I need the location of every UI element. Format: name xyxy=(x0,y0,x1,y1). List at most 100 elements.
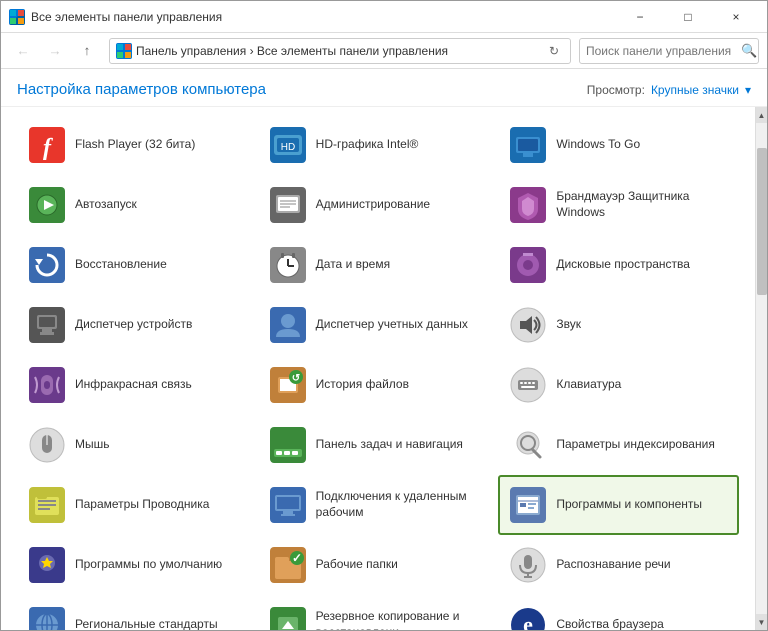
back-button[interactable]: ← xyxy=(9,37,37,65)
control-item-windows-to-go[interactable]: Windows To Go xyxy=(498,115,739,175)
backup-icon xyxy=(268,605,308,630)
exploreropt-label: Параметры Проводника xyxy=(75,497,209,513)
restore-label: Восстановление xyxy=(75,257,167,273)
scroll-thumb[interactable] xyxy=(757,148,767,295)
flash-player-icon: f xyxy=(27,125,67,165)
main-window: Все элементы панели управления − □ × ← →… xyxy=(0,0,768,631)
close-button[interactable]: × xyxy=(713,1,759,33)
scroll-track xyxy=(756,123,768,614)
control-item-admin[interactable]: Администрирование xyxy=(258,175,499,235)
indexing-label: Параметры индексирования xyxy=(556,437,714,453)
up-button[interactable]: ↑ xyxy=(73,37,101,65)
irda-label: Инфракрасная связь xyxy=(75,377,192,393)
speech-icon xyxy=(508,545,548,585)
control-item-diskspace[interactable]: Дисковые пространства xyxy=(498,235,739,295)
hd-intel-icon: HD xyxy=(268,125,308,165)
devmgr-label: Диспетчер устройств xyxy=(75,317,192,333)
diskspace-icon xyxy=(508,245,548,285)
view-label: Просмотр: xyxy=(587,83,645,97)
control-item-keyboard[interactable]: Клавиатура xyxy=(498,355,739,415)
back-icon: ← xyxy=(16,43,29,58)
programs-icon xyxy=(508,485,548,525)
taskbar-icon xyxy=(268,425,308,465)
address-bar-icon xyxy=(116,43,132,59)
diskspace-label: Дисковые пространства xyxy=(556,257,690,273)
control-item-datetime[interactable]: Дата и время xyxy=(258,235,499,295)
keyboard-icon xyxy=(508,365,548,405)
workfolders-icon: ✓ xyxy=(268,545,308,585)
control-item-taskbar[interactable]: Панель задач и навигация xyxy=(258,415,499,475)
sound-icon xyxy=(508,305,548,345)
control-item-backup[interactable]: Резервное копирование и восстановлени... xyxy=(258,595,499,630)
datetime-icon xyxy=(268,245,308,285)
maximize-button[interactable]: □ xyxy=(665,1,711,33)
taskbar-label: Панель задач и навигация xyxy=(316,437,463,453)
control-item-mouse[interactable]: Мышь xyxy=(17,415,258,475)
address-text: Панель управления › Все элементы панели … xyxy=(136,44,544,58)
regional-label: Региональные стандарты xyxy=(75,617,218,630)
autorun-icon xyxy=(27,185,67,225)
control-item-irda[interactable]: Инфракрасная связь xyxy=(17,355,258,415)
defaultapps-icon xyxy=(27,545,67,585)
search-box[interactable]: 🔍 xyxy=(579,38,759,64)
control-item-browserprop[interactable]: eСвойства браузера xyxy=(498,595,739,630)
flash-player-label: Flash Player (32 бита) xyxy=(75,137,195,153)
workfolders-label: Рабочие папки xyxy=(316,557,398,573)
control-item-exploreropt[interactable]: Параметры Проводника xyxy=(17,475,258,535)
control-item-sound[interactable]: Звук xyxy=(498,295,739,355)
view-value-button[interactable]: Крупные значки xyxy=(651,83,739,97)
mouse-icon xyxy=(27,425,67,465)
minimize-button[interactable]: − xyxy=(617,1,663,33)
speech-label: Распознавание речи xyxy=(556,557,670,573)
admin-icon xyxy=(268,185,308,225)
control-item-remotedesktop[interactable]: Подключения к удаленным рабочим xyxy=(258,475,499,535)
view-dropdown-icon[interactable]: ▾ xyxy=(745,83,751,97)
control-item-filehistory[interactable]: ↺ История файлов xyxy=(258,355,499,415)
control-item-flash-player[interactable]: f Flash Player (32 бита) xyxy=(17,115,258,175)
scrollbar: ▲ ▼ xyxy=(755,107,767,630)
control-item-firewall[interactable]: Брандмауэр Защитника Windows xyxy=(498,175,739,235)
control-item-autorun[interactable]: Автозапуск xyxy=(17,175,258,235)
content-header: Настройка параметров компьютера Просмотр… xyxy=(1,69,767,107)
page-title: Настройка параметров компьютера xyxy=(17,81,266,98)
control-item-speech[interactable]: Распознавание речи xyxy=(498,535,739,595)
control-item-regional[interactable]: Региональные стандарты xyxy=(17,595,258,630)
control-item-workfolders[interactable]: ✓ Рабочие папки xyxy=(258,535,499,595)
items-grid: f Flash Player (32 бита) HD HD-графика Inte… xyxy=(1,107,755,630)
filehistory-icon: ↺ xyxy=(268,365,308,405)
sound-label: Звук xyxy=(556,317,581,333)
regional-icon xyxy=(27,605,67,630)
hd-intel-label: HD-графика Intel® xyxy=(316,137,419,153)
control-item-hd-intel[interactable]: HD HD-графика Intel® xyxy=(258,115,499,175)
nav-bar: ← → ↑ Панель управления › Все элементы п… xyxy=(1,33,767,69)
address-bar[interactable]: Панель управления › Все элементы панели … xyxy=(109,38,571,64)
forward-icon: → xyxy=(48,43,61,58)
control-item-useraccount[interactable]: Диспетчер учетных данных xyxy=(258,295,499,355)
control-item-indexing[interactable]: Параметры индексирования xyxy=(498,415,739,475)
defaultapps-label: Программы по умолчанию xyxy=(75,557,222,573)
scroll-up-button[interactable]: ▲ xyxy=(756,107,768,123)
view-selector: Просмотр: Крупные значки ▾ xyxy=(587,83,751,97)
backup-label: Резервное копирование и восстановлени... xyxy=(316,609,489,630)
control-item-devmgr[interactable]: Диспетчер устройств xyxy=(17,295,258,355)
autorun-label: Автозапуск xyxy=(75,197,137,213)
control-item-programs[interactable]: Программы и компоненты xyxy=(498,475,739,535)
svg-text:HD: HD xyxy=(280,142,294,153)
scroll-down-button[interactable]: ▼ xyxy=(756,614,768,630)
remotedesktop-label: Подключения к удаленным рабочим xyxy=(316,489,489,520)
forward-button[interactable]: → xyxy=(41,37,69,65)
firewall-label: Брандмауэр Защитника Windows xyxy=(556,189,729,220)
browserprop-label: Свойства браузера xyxy=(556,617,664,630)
refresh-icon[interactable]: ↻ xyxy=(544,41,564,61)
admin-label: Администрирование xyxy=(316,197,430,213)
window-title: Все элементы панели управления xyxy=(31,10,617,24)
up-icon: ↑ xyxy=(84,43,91,58)
title-bar: Все элементы панели управления − □ × xyxy=(1,1,767,33)
irda-icon xyxy=(27,365,67,405)
control-item-restore[interactable]: Восстановление xyxy=(17,235,258,295)
useraccount-icon xyxy=(268,305,308,345)
windows-to-go-label: Windows To Go xyxy=(556,137,640,153)
search-input[interactable] xyxy=(586,44,741,58)
filehistory-label: История файлов xyxy=(316,377,409,393)
control-item-defaultapps[interactable]: Программы по умолчанию xyxy=(17,535,258,595)
